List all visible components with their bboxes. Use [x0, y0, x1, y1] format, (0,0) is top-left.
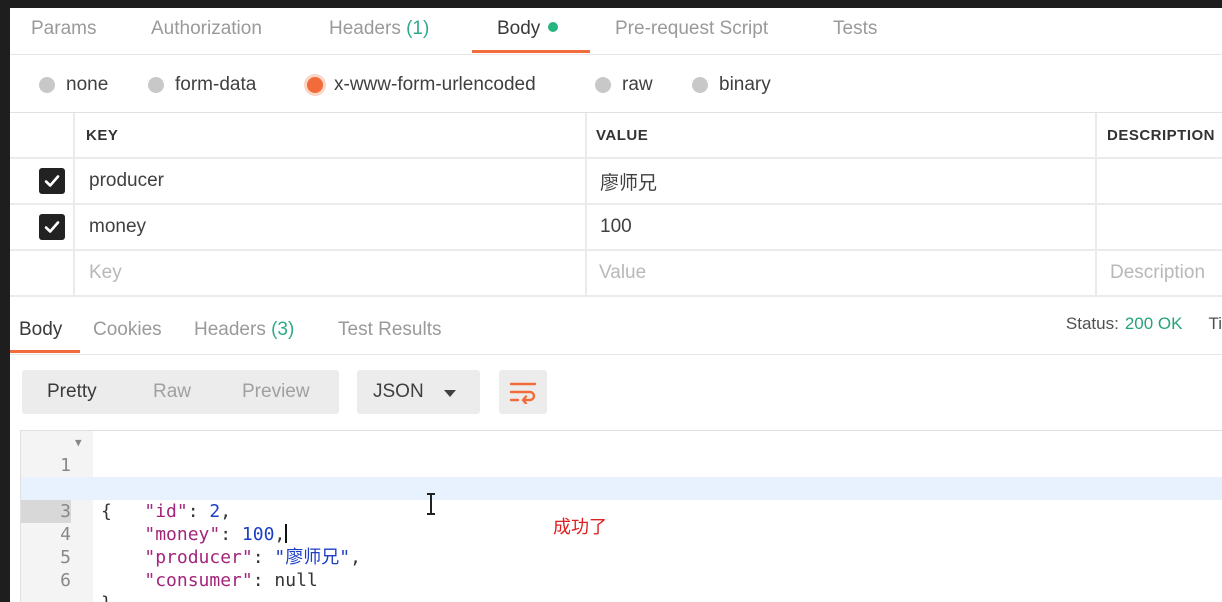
value-cell[interactable]: 100 [600, 205, 632, 249]
radio-circle-selected-icon [307, 77, 323, 93]
description-column-header: DESCRIPTION [1107, 126, 1216, 144]
code-text: } [101, 592, 112, 602]
chevron-down-icon [444, 390, 456, 397]
key-input[interactable]: Key [89, 251, 122, 295]
response-tabs: Body Cookies Headers (3) Test Results St… [10, 308, 1222, 355]
description-input[interactable]: Description [1110, 251, 1205, 295]
key-column-header: KEY [86, 126, 119, 144]
tab-label: Headers [329, 18, 401, 39]
tab-label: Params [31, 18, 97, 39]
wrap-lines-icon [509, 382, 537, 404]
postman-panel: Params Authorization Headers (1) Body Pr… [10, 8, 1222, 602]
radio-label: raw [622, 74, 653, 95]
code-line: 4 "producer": "廖师兄", [21, 500, 1222, 568]
code-text: "consumer": null [144, 570, 318, 591]
tab-label: Body [497, 18, 541, 39]
tab-label: Authorization [151, 18, 262, 39]
checkmark-icon [44, 221, 60, 233]
raw-button[interactable]: Raw [153, 381, 191, 403]
json-key: "consumer" [144, 570, 253, 591]
radio-circle-icon [148, 77, 164, 93]
tab-authorization[interactable]: Authorization [151, 18, 262, 40]
text-cursor-ibeam-icon [427, 493, 435, 515]
tab-label: Headers [194, 319, 266, 340]
line-number: 6 [60, 570, 71, 591]
key-cell[interactable]: producer [89, 159, 164, 203]
code-line: 1 ▼ { [21, 431, 1222, 522]
code-line: 5 "consumer": null [21, 523, 1222, 591]
value-column-header: VALUE [596, 126, 649, 144]
radio-x-www-form-urlencoded[interactable]: x-www-form-urlencoded [307, 70, 536, 100]
json-close-brace: } [101, 593, 112, 602]
response-tab-cookies[interactable]: Cookies [93, 319, 162, 341]
checkmark-icon [44, 175, 60, 187]
response-tab-test-results[interactable]: Test Results [338, 319, 441, 341]
tab-label: Pre-request Script [615, 18, 769, 39]
radio-binary[interactable]: binary [692, 70, 771, 100]
status-label: Status: [1065, 314, 1119, 333]
time-label: Ti [1208, 314, 1222, 333]
radio-label: none [66, 74, 109, 95]
radio-circle-icon [595, 77, 611, 93]
active-tab-indicator [472, 50, 590, 53]
radio-none[interactable]: none [39, 70, 108, 100]
radio-label: x-www-form-urlencoded [334, 74, 536, 95]
annotation-text: 成功了 [553, 517, 607, 537]
tab-tests[interactable]: Tests [833, 18, 877, 40]
value-input[interactable]: Value [599, 251, 646, 295]
response-body-editor[interactable]: 1 ▼ { 2 "id": 2, 3 "money": 100, 4 "prod… [20, 430, 1222, 602]
radio-circle-icon [692, 77, 708, 93]
code-line: 6 } [21, 546, 1222, 602]
tab-params[interactable]: Params [31, 18, 96, 40]
preview-button[interactable]: Preview [242, 381, 310, 403]
tab-label: Test Results [338, 319, 442, 340]
table-row: money 100 [10, 205, 1222, 251]
tab-label: Cookies [93, 319, 162, 340]
params-table: KEY VALUE DESCRIPTION producer 廖师兄 money… [10, 112, 1222, 297]
format-toggle-group: Pretty Raw Preview [22, 370, 339, 414]
request-tabs: Params Authorization Headers (1) Body Pr… [10, 8, 1222, 55]
response-tab-headers[interactable]: Headers (3) [194, 319, 294, 341]
row-enabled-checkbox[interactable] [39, 214, 65, 240]
radio-raw[interactable]: raw [595, 70, 653, 100]
radio-label: binary [719, 74, 771, 95]
table-row-new: Key Value Description [10, 251, 1222, 297]
radio-circle-icon [39, 77, 55, 93]
tab-label: Tests [833, 18, 878, 39]
tab-body[interactable]: Body [497, 18, 559, 40]
radio-form-data[interactable]: form-data [148, 70, 256, 100]
active-tab-indicator [10, 350, 80, 353]
tab-headers[interactable]: Headers (1) [329, 18, 429, 40]
radio-label: form-data [175, 74, 257, 95]
code-line-active: 3 "money": 100, [21, 477, 1222, 545]
response-tab-body[interactable]: Body [19, 319, 62, 341]
response-status: Status: 200 OK Ti [1066, 314, 1222, 334]
body-type-selector: none form-data x-www-form-urlencoded raw… [10, 70, 1222, 100]
fold-toggle-icon[interactable]: ▼ [75, 431, 82, 454]
language-select-value: JSON [373, 381, 424, 402]
table-header-row: KEY VALUE DESCRIPTION [10, 113, 1222, 159]
wrap-lines-button[interactable] [499, 370, 547, 414]
headers-count-badge: (3) [271, 319, 295, 340]
tab-label: Body [19, 319, 63, 340]
value-cell[interactable]: 廖师兄 [600, 159, 657, 203]
table-row: producer 廖师兄 [10, 159, 1222, 205]
json-value: null [274, 570, 318, 591]
tab-pre-request-script[interactable]: Pre-request Script [615, 18, 768, 40]
language-select[interactable]: JSON [357, 370, 480, 414]
row-enabled-checkbox[interactable] [39, 168, 65, 194]
status-code: 200 OK [1124, 314, 1183, 333]
code-line: 2 "id": 2, [21, 454, 1222, 522]
body-modified-dot-icon [548, 22, 559, 32]
headers-count-badge: (1) [406, 18, 430, 39]
key-cell[interactable]: money [89, 205, 146, 249]
pretty-button[interactable]: Pretty [47, 381, 97, 403]
